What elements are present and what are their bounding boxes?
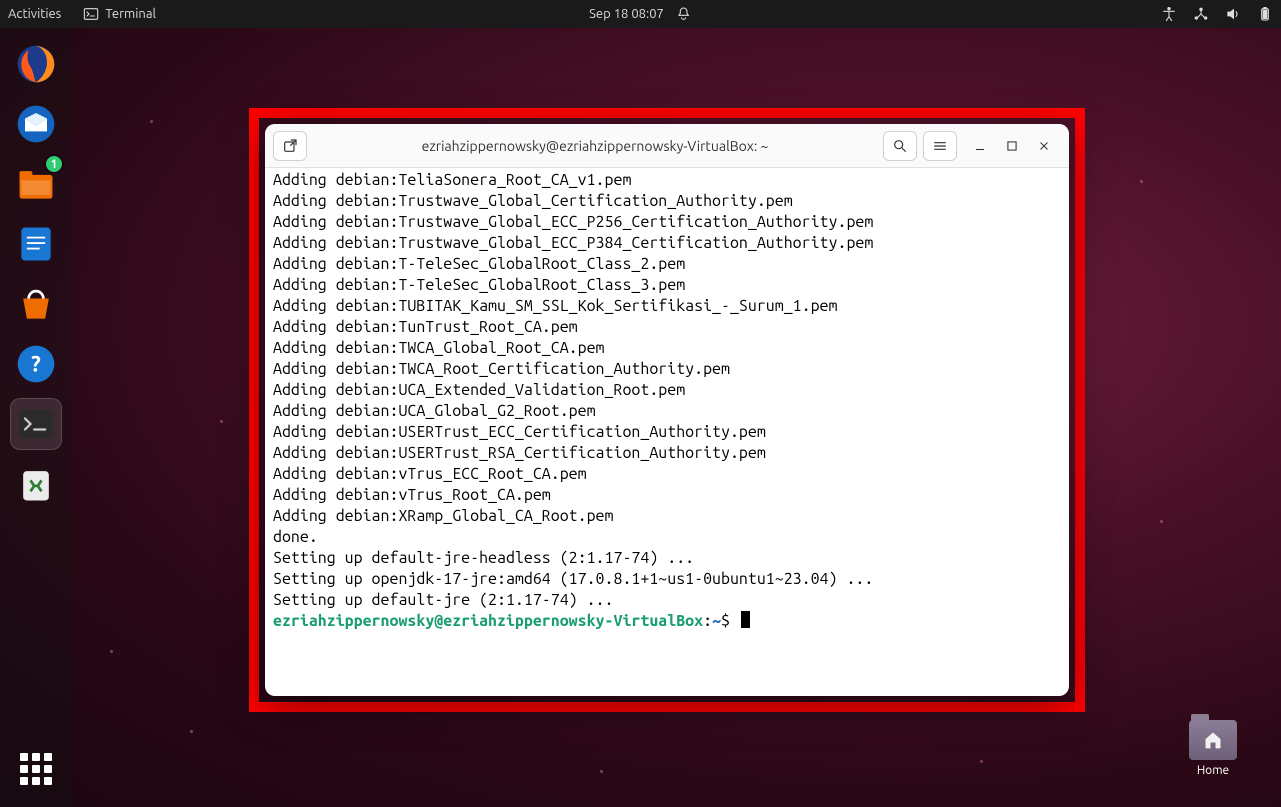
dock-thunderbird[interactable] [10,98,62,150]
terminal-output-line: Adding debian:Trustwave_Global_ECC_P256_… [273,212,1061,233]
terminal-output-line: Adding debian:USERTrust_RSA_Certificatio… [273,443,1061,464]
show-applications-button[interactable] [10,743,62,795]
terminal-output-line: Adding debian:TUBITAK_Kamu_SM_SSL_Kok_Se… [273,296,1061,317]
terminal-window: ezriahzippernowsky@ezriahzippernowsky-Vi… [265,124,1069,696]
window-title: ezriahzippernowsky@ezriahzippernowsky-Vi… [313,138,877,154]
home-icon [1203,730,1223,750]
hamburger-menu-button[interactable] [923,131,957,161]
battery-icon[interactable] [1257,6,1273,22]
search-button[interactable] [883,131,917,161]
terminal-output-line: Setting up default-jre-headless (2:1.17-… [273,548,1061,569]
ubuntu-dock: 1 ? [0,28,72,807]
new-tab-icon [282,138,298,154]
terminal-output-line: Adding debian:Trustwave_Global_ECC_P384_… [273,233,1061,254]
terminal-output-line: Adding debian:Trustwave_Global_Certifica… [273,191,1061,212]
network-icon[interactable] [1193,6,1209,22]
notification-bell-icon[interactable] [676,6,692,22]
svg-text:?: ? [31,351,41,376]
hamburger-icon [932,138,948,154]
dock-terminal[interactable] [10,398,62,450]
clock[interactable]: Sep 18 08:07 [589,7,664,21]
terminal-output-line: Adding debian:TWCA_Global_Root_CA.pem [273,338,1061,359]
terminal-output-line: Adding debian:TWCA_Root_Certification_Au… [273,359,1061,380]
terminal-output-line: Adding debian:USERTrust_ECC_Certificatio… [273,422,1061,443]
apps-grid-icon [20,753,52,785]
activities-button[interactable]: Activities [8,7,61,21]
terminal-output-line: Adding debian:UCA_Global_G2_Root.pem [273,401,1061,422]
desktop-home-label: Home [1181,764,1245,777]
active-app-label: Terminal [105,7,156,21]
terminal-output-line: Adding debian:TunTrust_Root_CA.pem [273,317,1061,338]
terminal-output-line: Adding debian:T-TeleSec_GlobalRoot_Class… [273,275,1061,296]
dock-files[interactable]: 1 [10,158,62,210]
terminal-output-area[interactable]: Adding debian:TeliaSonera_Root_CA_v1.pem… [265,168,1069,696]
dock-libreoffice-writer[interactable] [10,218,62,270]
dock-help[interactable]: ? [10,338,62,390]
terminal-output-line: Adding debian:vTrus_ECC_Root_CA.pem [273,464,1061,485]
terminal-prompt[interactable]: ezriahzippernowsky@ezriahzippernowsky-Vi… [273,611,1061,632]
close-button[interactable] [1037,139,1051,153]
terminal-output-line: Adding debian:vTrus_Root_CA.pem [273,485,1061,506]
terminal-output-line: Adding debian:TeliaSonera_Root_CA_v1.pem [273,170,1061,191]
terminal-app-icon [83,6,99,22]
dock-files-badge: 1 [44,154,64,174]
terminal-output-line: Adding debian:XRamp_Global_CA_Root.pem [273,506,1061,527]
active-app-indicator[interactable]: Terminal [83,6,156,22]
volume-icon[interactable] [1225,6,1241,22]
terminal-output-line: Adding debian:UCA_Extended_Validation_Ro… [273,380,1061,401]
maximize-button[interactable] [1005,139,1019,153]
terminal-titlebar: ezriahzippernowsky@ezriahzippernowsky-Vi… [265,124,1069,168]
terminal-output-line: done. [273,527,1061,548]
search-icon [892,138,908,154]
terminal-output-line: Setting up openjdk-17-jre:amd64 (17.0.8.… [273,569,1061,590]
dock-firefox[interactable] [10,38,62,90]
terminal-output-line: Adding debian:T-TeleSec_GlobalRoot_Class… [273,254,1061,275]
minimize-button[interactable] [973,139,987,153]
accessibility-icon[interactable] [1161,6,1177,22]
terminal-output-line: Setting up default-jre (2:1.17-74) ... [273,590,1061,611]
gnome-top-panel: Activities Terminal Sep 18 08:07 [0,0,1281,28]
dock-trash[interactable] [10,458,62,510]
terminal-cursor [741,611,750,628]
dock-software[interactable] [10,278,62,330]
folder-icon [1189,720,1237,760]
new-tab-button[interactable] [273,131,307,161]
desktop-home-folder[interactable]: Home [1181,720,1245,777]
